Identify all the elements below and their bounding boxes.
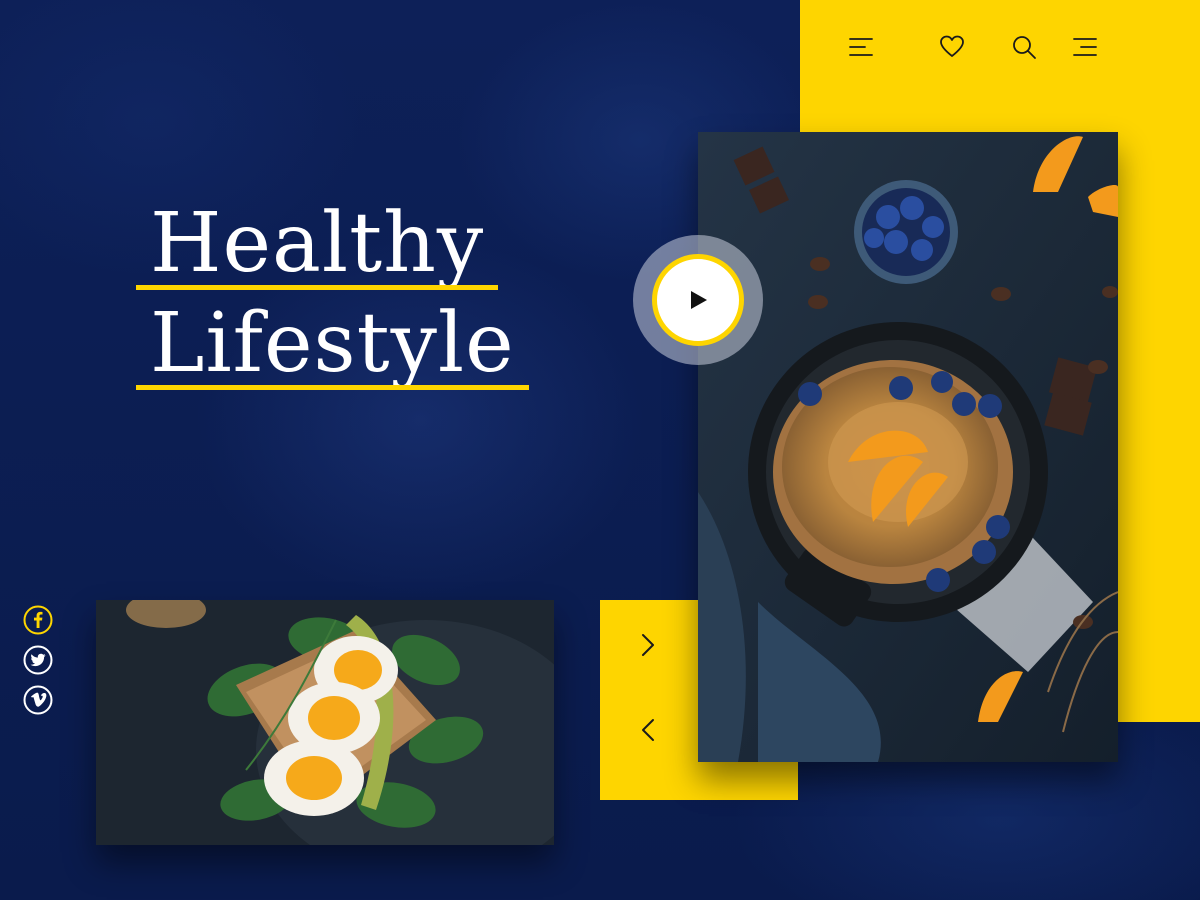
heart-icon[interactable] <box>935 30 969 64</box>
hero-title-line-1: Healthy <box>136 196 499 292</box>
play-button[interactable] <box>633 235 763 365</box>
search-icon[interactable] <box>1007 30 1041 64</box>
hero-title-line-2: Lifestyle <box>136 296 529 392</box>
hero-title: Healthy Lifestyle <box>136 196 556 396</box>
chevron-left-icon[interactable] <box>628 710 668 750</box>
pancake-photo <box>698 132 1118 762</box>
menu-icon[interactable] <box>844 30 878 64</box>
vimeo-icon[interactable] <box>23 685 53 715</box>
twitter-icon[interactable] <box>23 645 53 675</box>
landing-page: Healthy Lifestyle <box>0 0 1200 900</box>
facebook-icon[interactable] <box>23 605 53 635</box>
menu-right-icon[interactable] <box>1068 30 1102 64</box>
chevron-right-icon[interactable] <box>628 625 668 665</box>
play-icon <box>652 254 744 346</box>
egg-toast-photo <box>96 600 554 845</box>
